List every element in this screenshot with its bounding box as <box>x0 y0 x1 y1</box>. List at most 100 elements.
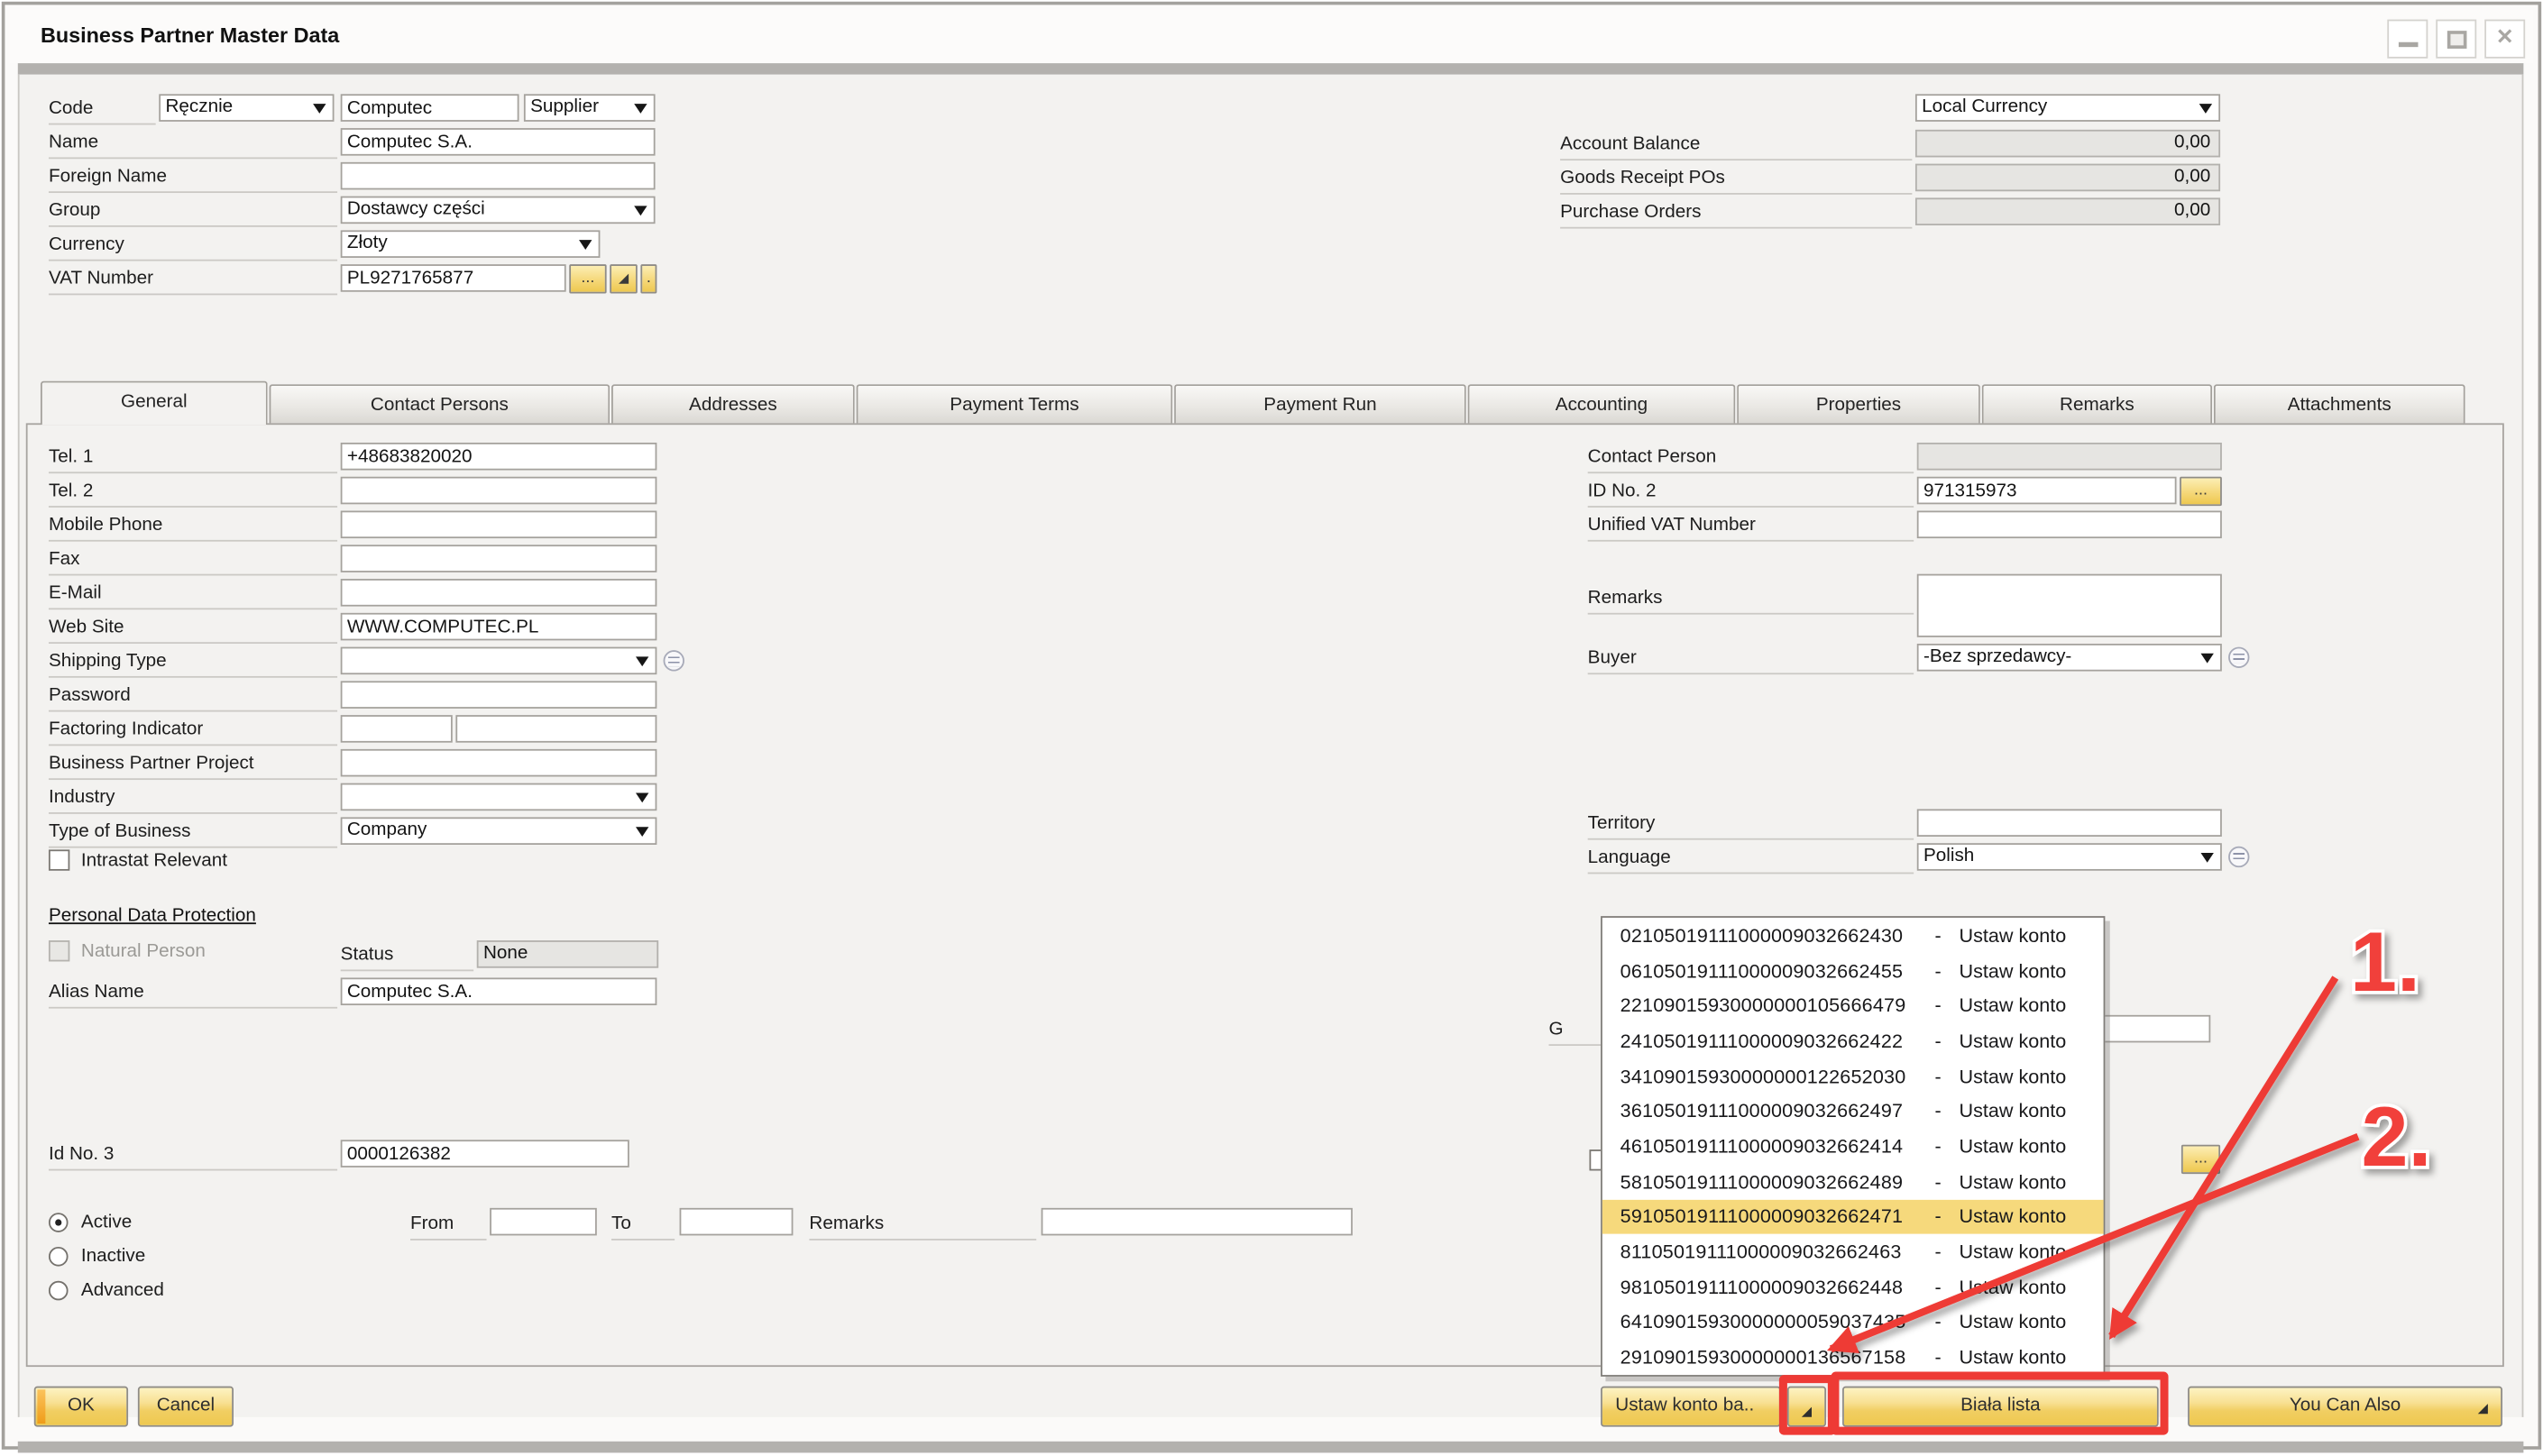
foreign-name-input[interactable] <box>341 162 656 190</box>
contact-person-label: Contact Person <box>1588 444 1914 473</box>
purchase-orders-label: Purchase Orders <box>1560 199 1912 228</box>
factoring-indicator-input-1[interactable] <box>341 715 453 743</box>
id-no2-input[interactable] <box>1917 477 2177 505</box>
hidden-row-browse-button[interactable]: ... <box>2181 1145 2220 1174</box>
minimize-icon <box>2399 42 2419 47</box>
bank-account-number: 58105019111000009032662489 <box>1602 1170 1917 1193</box>
bank-account-option[interactable]: 02105019111000009032662430 - Ustaw konto <box>1602 918 2104 953</box>
buyer-link-icon[interactable] <box>2228 647 2249 668</box>
set-bank-account-button[interactable]: Ustaw konto ba.. <box>1601 1387 1781 1427</box>
email-input[interactable] <box>341 579 657 607</box>
shipping-type-link-icon[interactable] <box>664 650 684 671</box>
code-input[interactable] <box>341 94 519 122</box>
tab[interactable]: General <box>41 381 268 426</box>
tab[interactable]: Accounting <box>1468 384 1736 425</box>
bank-account-option[interactable]: 46105019111000009032662414 - Ustaw konto <box>1602 1129 2104 1164</box>
fax-input[interactable] <box>341 545 657 572</box>
tab[interactable]: Attachments <box>2214 384 2465 425</box>
vat-number-input[interactable] <box>341 264 566 292</box>
type-of-business-select[interactable]: Company <box>341 817 657 845</box>
group-select[interactable]: Dostawcy części <box>341 197 656 224</box>
shipping-type-select[interactable] <box>341 647 657 675</box>
bank-account-action: Ustaw konto <box>1960 1241 2104 1263</box>
bp-project-input[interactable] <box>341 749 657 777</box>
remarks-label: Remarks <box>1588 585 1914 614</box>
vat-dot-button[interactable]: . <box>640 264 656 293</box>
territory-input[interactable] <box>1917 809 2222 837</box>
tab[interactable]: Properties <box>1737 384 1980 425</box>
bp-type-select[interactable]: Supplier <box>524 94 656 122</box>
window-frame: Business Partner Master Data ✕ Code Ręcz… <box>2 2 2541 1450</box>
tab[interactable]: Payment Run <box>1174 384 1466 425</box>
tab[interactable]: Contact Persons <box>270 384 611 425</box>
maximize-button[interactable] <box>2436 20 2476 59</box>
you-can-also-button[interactable]: You Can Also ◢ <box>2188 1387 2502 1427</box>
alias-name-input[interactable] <box>341 977 657 1005</box>
separator-dash: - <box>1917 1346 1960 1369</box>
bank-account-option[interactable]: 58105019111000009032662489 - Ustaw konto <box>1602 1164 2104 1199</box>
id-no2-browse-button[interactable]: ... <box>2180 477 2222 506</box>
tab[interactable]: Addresses <box>611 384 855 425</box>
natural-person-checkbox <box>49 940 69 961</box>
language-select[interactable]: Polish <box>1917 843 2222 871</box>
bank-account-option[interactable]: 29109015930000000136567158 - Ustaw konto <box>1602 1340 2104 1375</box>
display-currency-select[interactable]: Local Currency <box>1915 94 2220 122</box>
bank-account-action: Ustaw konto <box>1960 1205 2104 1228</box>
vat-number-label: VAT Number <box>49 266 337 295</box>
separator-dash: - <box>1917 994 1960 1017</box>
bank-account-option[interactable]: 36105019111000009032662497 - Ustaw konto <box>1602 1094 2104 1129</box>
remarks-input[interactable] <box>1917 574 2222 637</box>
bank-account-option[interactable]: 34109015930000000122652030 - Ustaw konto <box>1602 1058 2104 1094</box>
tel2-input[interactable] <box>341 477 657 505</box>
bank-account-action: Ustaw konto <box>1960 1170 2104 1193</box>
separator-dash: - <box>1917 1241 1960 1263</box>
currency-select[interactable]: Złoty <box>341 230 601 258</box>
validity-remarks-input[interactable] <box>1042 1208 1353 1236</box>
separator-dash: - <box>1917 1030 1960 1052</box>
active-radio[interactable] <box>49 1213 69 1232</box>
bank-account-option[interactable]: 59105019111000009032662471 - Ustaw konto <box>1602 1199 2104 1234</box>
id-no3-input[interactable] <box>341 1140 629 1168</box>
bank-account-option[interactable]: 24105019111000009032662422 - Ustaw konto <box>1602 1023 2104 1058</box>
advanced-radio[interactable] <box>49 1281 69 1301</box>
industry-select[interactable] <box>341 783 657 811</box>
code-series-select[interactable]: Ręcznie <box>159 94 334 122</box>
separator-dash: - <box>1917 1205 1960 1228</box>
bank-account-option[interactable]: 06105019111000009032662455 - Ustaw konto <box>1602 953 2104 988</box>
factoring-indicator-input-2[interactable] <box>455 715 656 743</box>
from-label: From <box>410 1211 487 1240</box>
inactive-radio[interactable] <box>49 1247 69 1267</box>
group-label: Group <box>49 197 337 226</box>
close-button[interactable]: ✕ <box>2484 20 2525 59</box>
vat-expand-button[interactable]: ◢ <box>610 264 638 293</box>
minimize-button[interactable] <box>2387 20 2428 59</box>
tel1-input[interactable] <box>341 443 657 471</box>
password-input[interactable] <box>341 681 657 709</box>
bank-account-option[interactable]: 98105019111000009032662448 - Ustaw konto <box>1602 1269 2104 1305</box>
tab[interactable]: Remarks <box>1982 384 2212 425</box>
cancel-button[interactable]: Cancel <box>138 1387 234 1427</box>
tab-bar: GeneralContact PersonsAddressesPayment T… <box>41 381 2466 424</box>
buyer-select[interactable]: -Bez sprzedawcy- <box>1917 644 2222 672</box>
ok-button[interactable]: OK <box>34 1387 128 1427</box>
personal-data-protection-heading: Personal Data Protection <box>49 906 256 926</box>
annotation-box-expand-button <box>1779 1375 1836 1435</box>
bank-account-option[interactable]: 64109015930000000059037435 - Ustaw konto <box>1602 1305 2104 1340</box>
name-input[interactable] <box>341 128 656 156</box>
vat-browse-button[interactable]: ... <box>569 264 606 293</box>
goods-receipt-pos-value: 0,00 <box>1915 164 2220 192</box>
to-input[interactable] <box>680 1208 794 1236</box>
tab[interactable]: Payment Terms <box>857 384 1173 425</box>
website-input[interactable] <box>341 613 657 641</box>
bank-account-option[interactable]: 81105019111000009032662463 - Ustaw konto <box>1602 1234 2104 1269</box>
title-bar: Business Partner Master Data ✕ <box>10 10 2533 63</box>
unified-vat-input[interactable] <box>1917 511 2222 539</box>
bank-account-action: Ustaw konto <box>1960 959 2104 982</box>
separator-dash: - <box>1917 1100 1960 1122</box>
from-input[interactable] <box>490 1208 597 1236</box>
separator-dash: - <box>1917 1311 1960 1333</box>
mobile-phone-input[interactable] <box>341 511 657 539</box>
language-link-icon[interactable] <box>2228 847 2249 867</box>
bank-account-option[interactable]: 22109015930000000105666479 - Ustaw konto <box>1602 988 2104 1023</box>
intrastat-relevant-checkbox[interactable] <box>49 849 69 870</box>
